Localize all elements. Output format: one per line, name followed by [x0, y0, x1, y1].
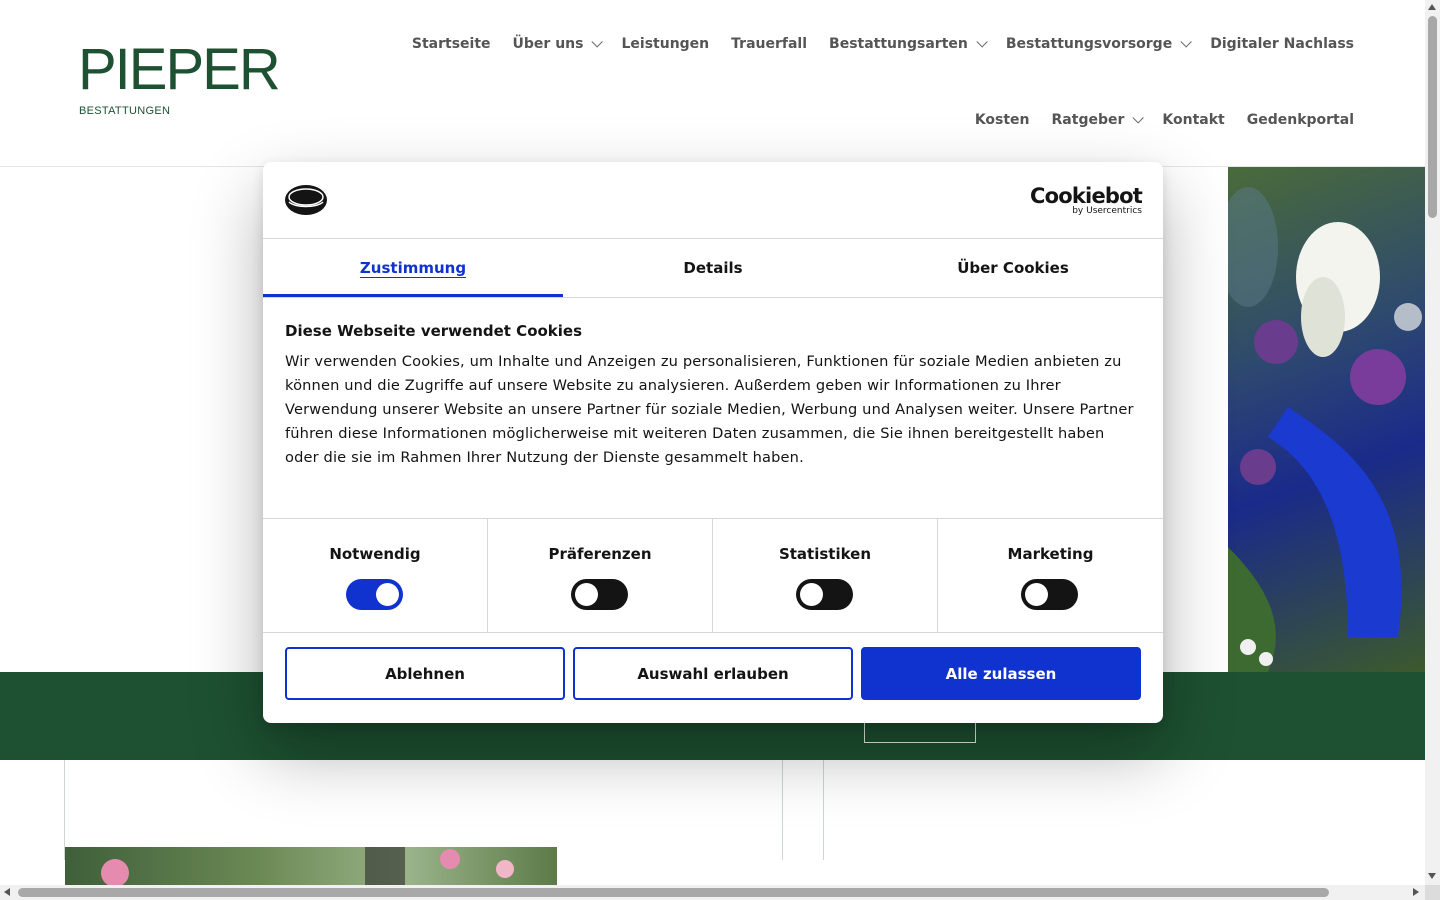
toggle-knob	[376, 583, 399, 606]
toggle-marketing[interactable]	[1021, 579, 1078, 610]
consent-description: Wir verwenden Cookies, um Inhalte und An…	[285, 353, 1134, 466]
tab-label: Details	[683, 259, 743, 277]
consent-actions: Ablehnen Auswahl erlauben Alle zulassen	[285, 647, 1141, 700]
category-label: Präferenzen	[548, 545, 652, 563]
toggle-knob	[800, 583, 823, 606]
category-label: Notwendig	[329, 545, 421, 563]
category-label: Statistiken	[778, 545, 872, 563]
tab-details[interactable]: Details	[563, 239, 863, 297]
category-label: Marketing	[1007, 545, 1094, 563]
category-marketing: Marketing	[938, 519, 1163, 632]
tab-label: Über Cookies	[957, 259, 1069, 277]
modal-overlay: Cookiebot by Usercentrics Zustimmung Det…	[0, 0, 1440, 900]
toggle-notwendig[interactable]	[346, 579, 403, 610]
consent-categories: Notwendig Präferenzen Statistiken Market…	[263, 518, 1163, 633]
toggle-statistiken[interactable]	[796, 579, 853, 610]
toggle-knob	[575, 583, 598, 606]
cookiebot-byline: by Usercentrics	[1072, 206, 1142, 216]
consent-tabs: Zustimmung Details Über Cookies	[263, 239, 1163, 298]
category-statistiken: Statistiken	[713, 519, 938, 632]
category-notwendig: Notwendig	[263, 519, 488, 632]
cookiebot-wordmark: Cookiebot	[1030, 184, 1143, 208]
tab-zustimmung[interactable]: Zustimmung	[263, 239, 563, 297]
site-badge-icon	[285, 185, 327, 215]
tab-label: Zustimmung	[359, 259, 467, 277]
cookiebot-logo[interactable]: Cookiebot by Usercentrics	[1030, 184, 1143, 218]
dialog-header: Cookiebot by Usercentrics	[263, 162, 1163, 239]
allow-all-button[interactable]: Alle zulassen	[861, 647, 1141, 700]
decline-button[interactable]: Ablehnen	[285, 647, 565, 700]
category-praeferenzen: Präferenzen	[488, 519, 713, 632]
toggle-praeferenzen[interactable]	[571, 579, 628, 610]
cookie-consent-dialog: Cookiebot by Usercentrics Zustimmung Det…	[263, 162, 1163, 723]
tab-ueber-cookies[interactable]: Über Cookies	[863, 239, 1163, 297]
consent-title: Diese Webseite verwendet Cookies	[285, 322, 583, 340]
toggle-knob	[1025, 583, 1048, 606]
allow-selection-button[interactable]: Auswahl erlauben	[573, 647, 853, 700]
